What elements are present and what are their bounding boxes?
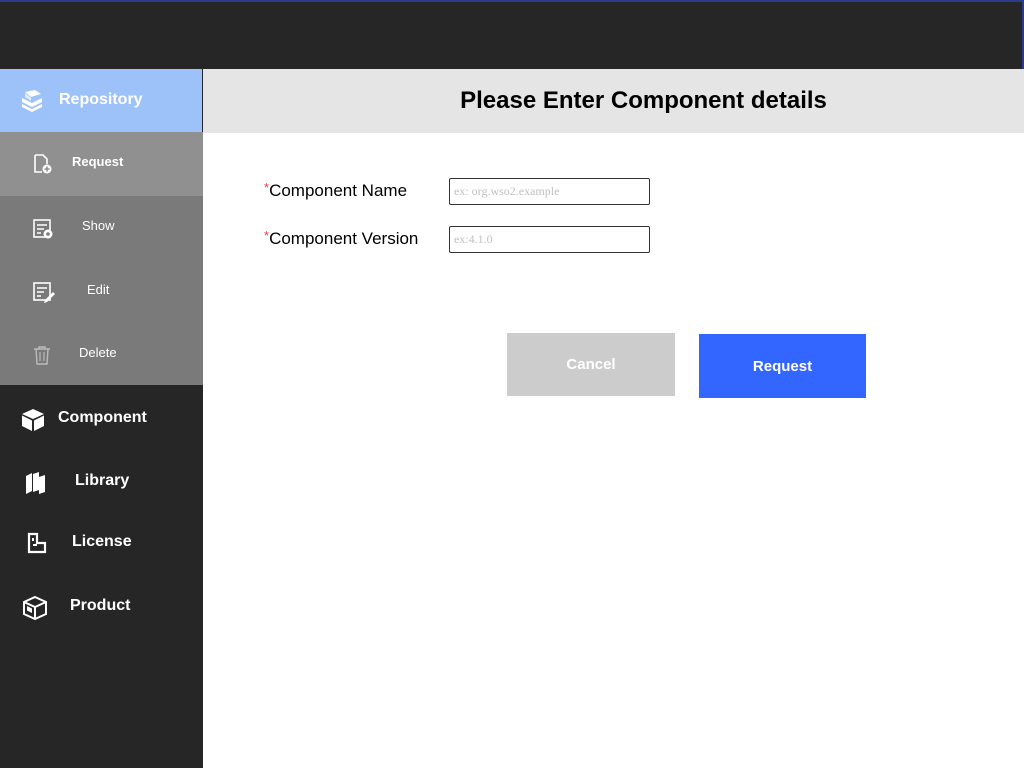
submenu-item-edit[interactable]: Edit [0, 260, 203, 324]
page-title: Please Enter Component details [460, 87, 827, 114]
sidebar-item-label: Repository [59, 91, 143, 108]
component-name-label: *Component Name [264, 180, 408, 201]
submenu-item-label: Show [82, 218, 115, 233]
trash-icon [31, 344, 53, 366]
cancel-button[interactable]: Cancel [507, 333, 675, 396]
books-icon [19, 88, 45, 114]
page-header: Please Enter Component details [203, 69, 1024, 133]
submenu-item-show[interactable]: Show [0, 196, 203, 260]
library-icon [22, 470, 48, 496]
box-icon [20, 407, 46, 433]
file-add-icon [31, 153, 53, 175]
file-view-icon [31, 217, 55, 241]
submenu-item-label: Edit [87, 282, 110, 297]
sidebar-item-library[interactable]: Library [0, 452, 203, 514]
component-version-label-text: Component Version [269, 229, 419, 248]
required-marker: * [264, 180, 270, 195]
submenu-item-request[interactable]: Request [0, 132, 203, 196]
license-icon [25, 531, 49, 555]
sidebar-item-license[interactable]: License [0, 513, 203, 575]
required-marker: * [264, 228, 270, 243]
submenu-item-delete[interactable]: Delete [0, 324, 203, 385]
sidebar-item-label: Component [58, 409, 147, 426]
sidebar-item-label: License [72, 533, 132, 550]
product-icon [22, 595, 48, 621]
request-button[interactable]: Request [699, 334, 866, 398]
component-version-input[interactable] [449, 226, 650, 253]
component-name-input[interactable] [449, 178, 650, 205]
submenu-item-label: Delete [79, 345, 117, 360]
component-version-label: *Component Version [264, 228, 419, 249]
sidebar-item-label: Product [70, 597, 131, 614]
sidebar: Repository Request Show Edit Delete Comp… [0, 69, 203, 768]
sidebar-item-product[interactable]: Product [0, 577, 203, 639]
component-name-label-text: Component Name [269, 181, 408, 200]
sidebar-item-label: Library [75, 472, 130, 489]
submenu-item-label: Request [72, 154, 124, 169]
sidebar-item-component[interactable]: Component [0, 389, 203, 451]
top-bar [0, 0, 1024, 69]
file-edit-icon [31, 280, 55, 304]
sidebar-item-repository[interactable]: Repository [0, 69, 202, 132]
